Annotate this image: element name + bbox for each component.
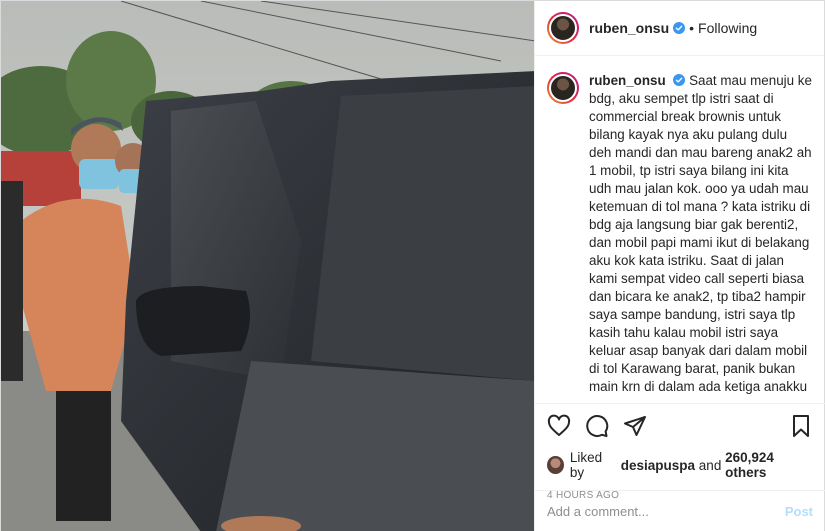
bookmark-icon[interactable] bbox=[789, 414, 813, 438]
comment-icon[interactable] bbox=[585, 414, 609, 438]
likes-line: Liked by desiapuspa and 260,924 others bbox=[547, 450, 813, 480]
likes-count[interactable]: 260,924 others bbox=[725, 450, 813, 480]
comment-box: Post bbox=[535, 490, 825, 531]
liker-avatar[interactable] bbox=[547, 456, 564, 474]
action-bar: Liked by desiapuspa and 260,924 others 4… bbox=[535, 403, 825, 501]
post-comment-button[interactable]: Post bbox=[785, 504, 813, 519]
likes-conj: and bbox=[698, 457, 722, 473]
verified-badge-icon bbox=[673, 74, 686, 86]
caption: ruben_onsu Saat mau menuju ke bdg, aku s… bbox=[589, 72, 812, 396]
action-icons bbox=[547, 410, 813, 442]
following-button[interactable]: Following bbox=[698, 20, 757, 36]
share-icon[interactable] bbox=[623, 414, 647, 438]
header-username[interactable]: ruben_onsu bbox=[589, 20, 669, 36]
post-photo[interactable] bbox=[1, 1, 534, 531]
comment-input[interactable] bbox=[547, 504, 785, 519]
verified-badge-icon bbox=[673, 22, 686, 34]
caption-section: ruben_onsu Saat mau menuju ke bdg, aku s… bbox=[535, 56, 824, 396]
separator-dot: • bbox=[689, 20, 695, 36]
likes-prefix: Liked by bbox=[569, 450, 603, 480]
avatar[interactable] bbox=[547, 12, 579, 44]
instagram-post: ruben_onsu • Following ruben_onsu Saat m… bbox=[0, 0, 825, 531]
caption-username[interactable]: ruben_onsu bbox=[589, 73, 666, 88]
liker-username[interactable]: desiapuspa bbox=[621, 458, 695, 473]
heart-icon[interactable] bbox=[547, 414, 571, 438]
post-sidebar: ruben_onsu • Following ruben_onsu Saat m… bbox=[534, 1, 825, 531]
caption-text: Saat mau menuju ke bdg, aku sempet tlp i… bbox=[589, 73, 812, 394]
post-image bbox=[1, 1, 534, 531]
caption-avatar[interactable] bbox=[547, 72, 579, 104]
post-header: ruben_onsu • Following bbox=[535, 1, 824, 56]
